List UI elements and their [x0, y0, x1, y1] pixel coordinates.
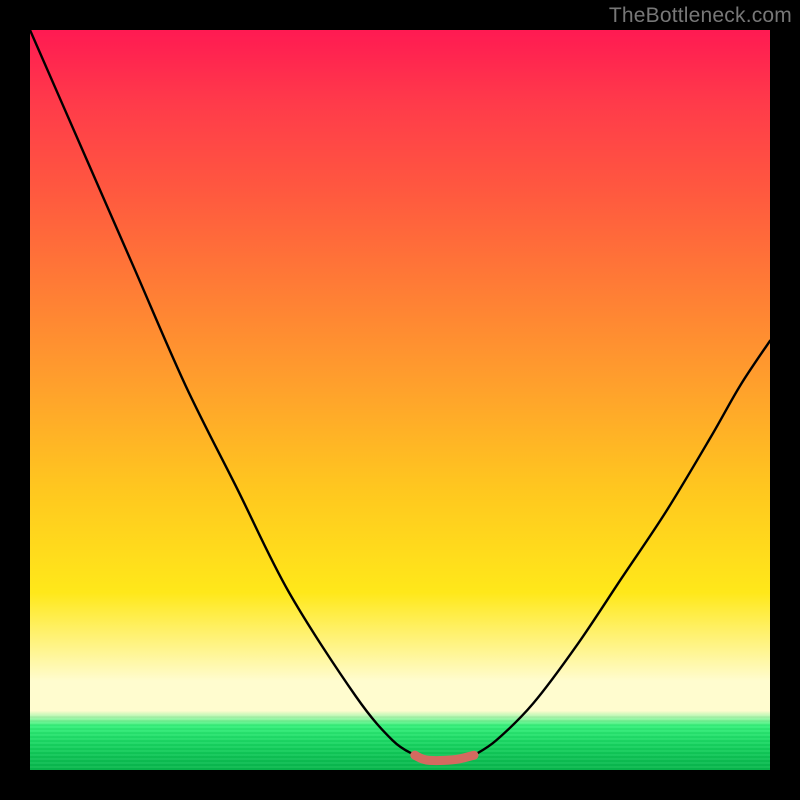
outer-frame: TheBottleneck.com — [0, 0, 800, 800]
plot-area — [30, 30, 770, 770]
valley-marker — [415, 755, 474, 760]
curve-left-branch — [30, 30, 415, 755]
watermark-text: TheBottleneck.com — [609, 4, 792, 28]
chart-svg — [30, 30, 770, 770]
curve-right-branch — [474, 341, 770, 755]
